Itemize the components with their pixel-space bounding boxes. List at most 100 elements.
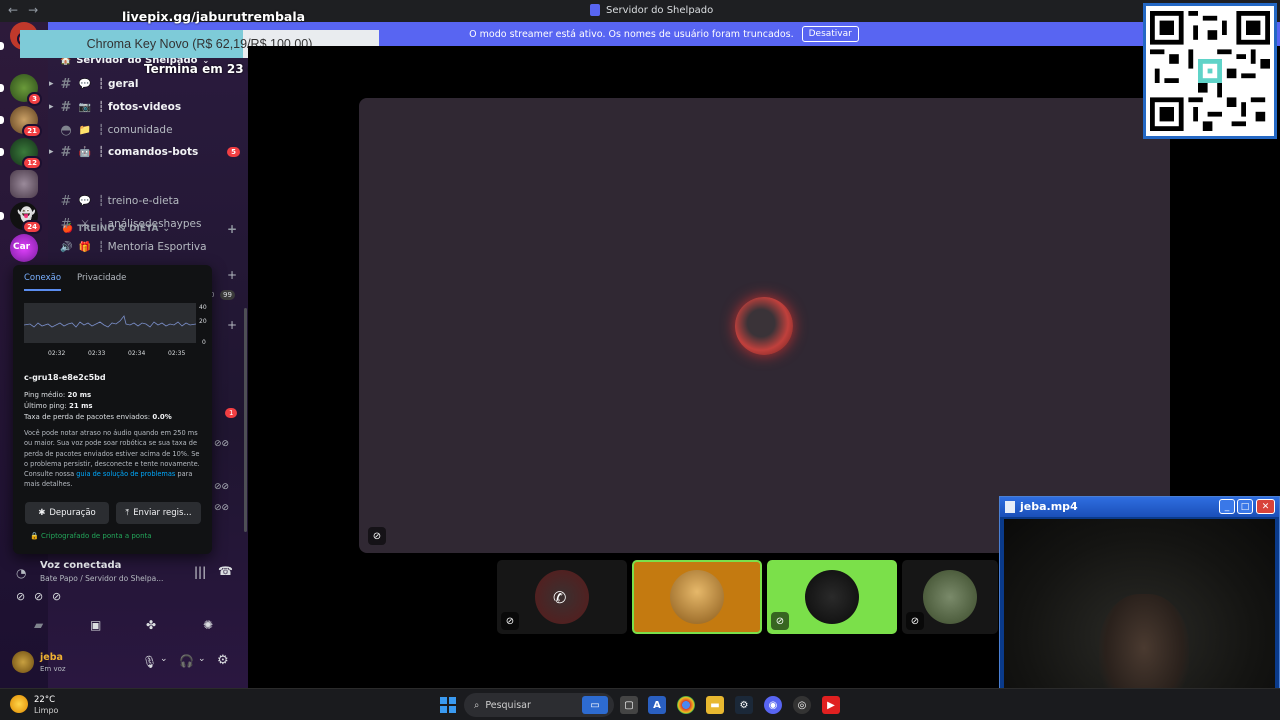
webcam-title: jeba.mp4 [1020,500,1078,513]
obs-icon[interactable]: ◎ [793,696,811,714]
graph-y-label: 20 [199,318,207,325]
donation-qr-code [1143,3,1277,139]
last-ping-value: 21 ms [68,402,93,410]
channel-label: ┆ treino-e-dieta [98,195,180,207]
phone-icon: ✆ [553,588,567,607]
game-app-icon[interactable]: ▭ [582,696,608,714]
mention-badge: 3 [27,92,42,106]
steam-icon[interactable]: ⚙ [735,696,753,714]
channel-label: ┆ comandos-bots [98,146,199,158]
discord-icon[interactable]: ◉ [764,696,782,714]
participant-avatar [923,570,977,624]
weather-condition: Limpo [34,706,59,715]
last-ping-label: Último ping: [24,402,67,410]
packet-loss-label: Taxa de perda de pacotes enviados: [24,413,151,421]
server-icon-3[interactable]: 21 [10,106,42,138]
text-editor-icon[interactable]: A [648,696,666,714]
webcam-video [1004,519,1275,715]
camera-off-icon[interactable]: ▰ [34,618,43,632]
stream-muted-icon: ⊘⊘ [214,482,230,492]
channel-fotos-videos[interactable]: ▸ # 📷 ┆ fotos-videos [49,98,240,116]
mention-count-badge: 5 [227,147,240,157]
graph-x-label: 02:35 [168,350,185,357]
stream-muted-icon: ⊘ [34,590,44,603]
rtc-host: c-gru18-e8e2c5bd [24,373,106,382]
graph-area [24,303,196,343]
youtube-icon[interactable]: ▶ [822,696,840,714]
webcam-window[interactable]: jeba.mp4 _ □ ✕ [999,496,1280,720]
stream-muted-icon: ⊘ [501,612,519,630]
disconnect-icon[interactable]: ☎ [218,564,233,578]
participant-thumb-2[interactable] [632,560,762,634]
ping-graph: 40 20 0 02:32 02:33 02:34 02:35 [24,303,207,357]
file-icon [1005,501,1015,513]
lock-icon: 🔒 [30,532,39,540]
activities-icon[interactable]: ✤ [146,618,156,632]
troubleshooting-link[interactable]: guia de solução de problemas [76,470,175,478]
server-icon-5[interactable] [10,170,38,198]
connection-description: Você pode notar atraso no áudio quando e… [24,428,204,490]
avatar[interactable] [12,651,34,673]
microphone-icon[interactable]: 🎙 [142,655,157,669]
screen-share-icon[interactable]: ▣ [90,618,101,632]
graph-x-label: 02:32 [48,350,65,357]
stream-muted-icon: ⊘ [906,612,924,630]
close-icon[interactable]: ✕ [1256,499,1275,514]
forward-arrow-icon[interactable]: → [28,3,38,17]
webcam-titlebar[interactable]: jeba.mp4 _ □ ✕ [1000,497,1279,517]
chrome-icon[interactable] [677,696,695,714]
folder-icon[interactable]: ▬ [706,696,724,714]
gear-icon[interactable]: ⚙ [217,653,229,668]
participant-thumb-1[interactable]: ✆ ⊘ [497,560,627,634]
tab-privacy[interactable]: Privacidade [77,273,126,291]
unread-pip [0,84,4,92]
channel-mentoria-esportiva[interactable]: 🔊 🎁 ┆ Mentoria Esportiva [60,238,240,256]
back-arrow-icon[interactable]: ← [8,3,18,17]
task-view-icon[interactable]: ▢ [620,696,638,714]
add-channel-icon[interactable]: + [227,268,237,282]
channel-analisedeshaypes[interactable]: # ⚔ ┆ análisedeshaypes [60,215,240,233]
noise-suppression-icon[interactable]: ||| [194,565,206,579]
temperature: 22°C [34,695,56,705]
maximize-icon[interactable]: □ [1237,499,1253,514]
soundboard-icon[interactable]: ✺ [203,618,213,632]
chevron-down-icon[interactable]: ⌄ [198,654,206,664]
search-placeholder: Pesquisar [485,699,531,711]
connection-info-popup: Conexão Privacidade 40 20 0 02:32 02:33 … [13,265,212,554]
speaker-icon: 🔊 [60,241,73,253]
taskbar: 22°C Limpo ⌕ Pesquisar ▭ ▢ A ▬ ⚙ ◉ ◎ ▶ [0,688,1280,720]
channel-label: ┆ fotos-videos [98,101,182,113]
chevron-down-icon[interactable]: ⌄ [160,654,168,664]
voice-channel-path[interactable]: Bate Papo / Servidor do Shelpa... [40,574,163,583]
tab-connection[interactable]: Conexão [24,273,62,291]
channel-label: ┆ análisedeshaypes [98,218,202,230]
debug-button[interactable]: ✱ Depuração [25,502,109,524]
windows-start-icon[interactable] [440,697,456,713]
headphones-icon[interactable]: 🎧 [179,654,194,668]
server-icon-6[interactable]: 👻 24 [10,202,42,234]
participant-thumb-3[interactable]: ⊘ [767,560,897,634]
send-logs-label: Enviar regis... [133,508,192,518]
stream-muted-icon: ⊘ [16,590,26,603]
livepix-url: livepix.gg/jaburutrembala [122,9,306,24]
participant-thumb-4[interactable]: ⊘ [902,560,998,634]
channel-label: ┆ Mentoria Esportiva [98,241,207,253]
avg-ping-value: 20 ms [67,391,92,399]
gift-icon: 🎁 [78,241,92,253]
channel-comandos-bots[interactable]: ▸ # 🤖 ┆ comandos-bots 5 [49,143,240,161]
channel-geral[interactable]: ▸ # 💬 ┆ geral [49,75,240,93]
server-icon-2[interactable]: 3 [10,74,42,106]
send-logs-button[interactable]: ⤒ Enviar regis... [116,502,201,524]
unread-pip [0,148,4,156]
add-channel-icon[interactable]: + [227,318,237,332]
channel-treino-e-dieta[interactable]: # 💬 ┆ treino-e-dieta [60,192,240,210]
stream-muted-icon: ⊘⊘ [214,439,230,449]
packet-loss-row: Taxa de perda de pacotes enviados: 0.0% [24,413,172,421]
minimize-icon[interactable]: _ [1219,499,1235,514]
channel-comunidade[interactable]: ◓ 📁 ┆ comunidade [60,121,240,139]
disable-streamer-button[interactable]: Desativar [801,26,859,42]
server-icon-7[interactable]: Car [10,234,38,262]
mention-badge: 21 [22,124,42,138]
scrollbar[interactable] [244,308,247,532]
server-icon-4[interactable]: 12 [10,138,42,170]
